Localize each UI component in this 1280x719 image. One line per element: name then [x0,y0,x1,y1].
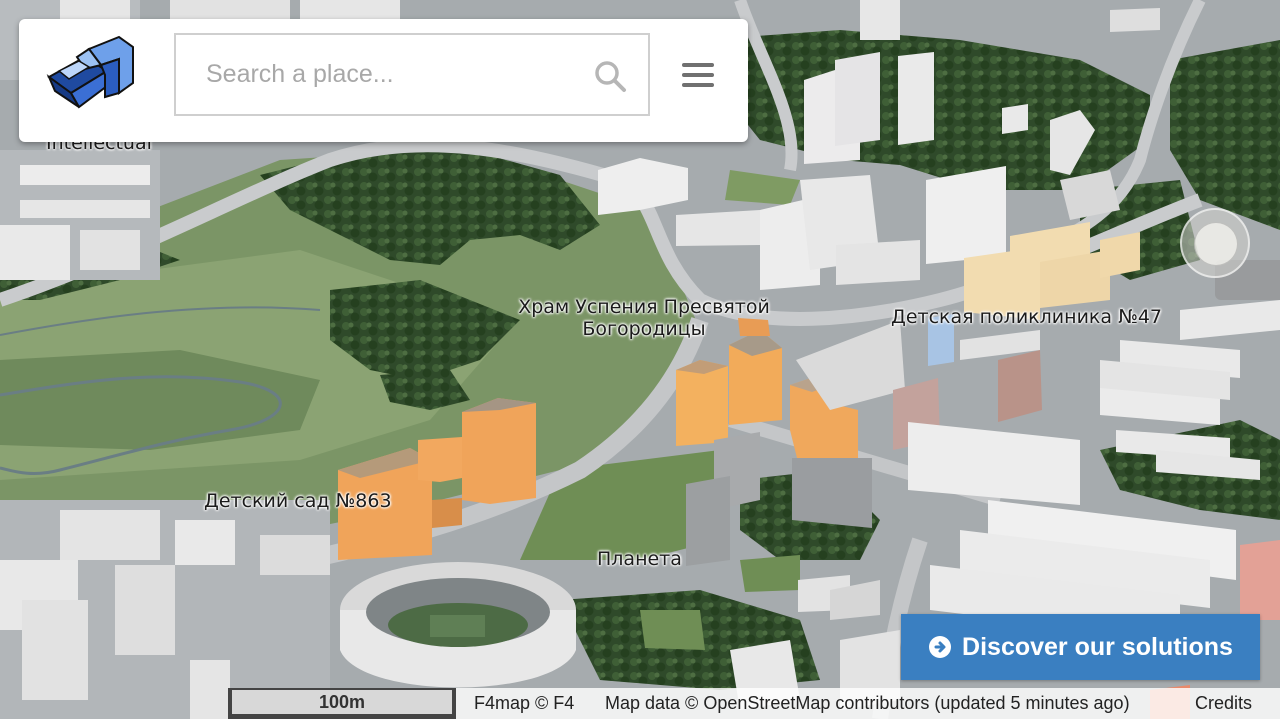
arrow-circle-right-icon [929,636,952,658]
hamburger-menu-icon[interactable] [682,63,714,91]
discover-solutions-button[interactable]: Discover our solutions [901,614,1260,680]
map-label-kindergarten[interactable]: Детский сад №863 [204,490,392,512]
search-header-panel [19,19,748,142]
map-label-temple[interactable]: Храм Успения Пресвятой Богородицы [504,296,784,340]
scale-label: 100m [232,690,452,714]
credits-link[interactable]: Credits [1195,693,1252,714]
attribution-bar: 100m F4map © F4 Map data © OpenStreetMap… [228,688,1280,719]
search-box [174,33,650,116]
map-label-planeta[interactable]: Планета [597,548,682,570]
discover-solutions-label: Discover our solutions [962,632,1233,661]
compass-knob[interactable] [1194,222,1238,266]
menu-bar [682,73,714,77]
search-input[interactable] [176,35,576,114]
osm-credit[interactable]: Map data © OpenStreetMap contributors (u… [605,693,1130,714]
map-label-temple-line1: Храм Успения Пресвятой [518,296,770,318]
menu-bar [682,83,714,87]
compass-icon[interactable] [1180,208,1250,278]
f4-cube-logo[interactable] [45,35,137,111]
search-icon[interactable] [593,59,627,93]
map-label-temple-line2: Богородицы [582,318,706,340]
menu-bar [682,63,714,67]
scale-bar: 100m [228,688,456,719]
map-label-clinic[interactable]: Детская поликлиника №47 [891,306,1162,328]
f4map-credit[interactable]: F4map © F4 [474,693,574,714]
